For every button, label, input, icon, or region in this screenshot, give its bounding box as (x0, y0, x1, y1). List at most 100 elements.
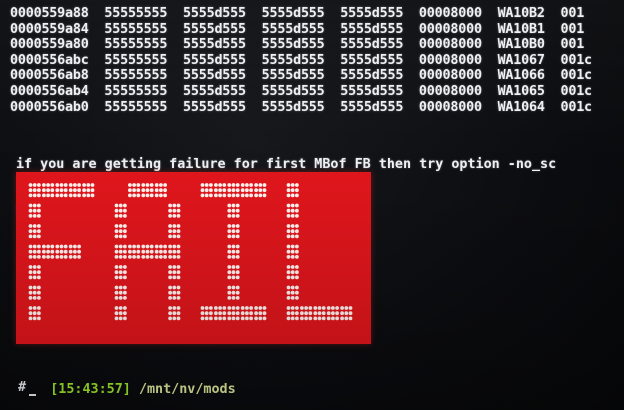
dump-gap (545, 6, 561, 21)
dump-gap (89, 37, 105, 52)
dump-gap (403, 37, 419, 52)
dump-cell: 0000556ab8 (10, 68, 89, 84)
dump-cell: 5555d555 (183, 52, 246, 68)
dump-gap (545, 22, 561, 37)
dump-gap (325, 100, 341, 115)
dump-gap (482, 84, 498, 99)
dump-cell: 55555555 (104, 21, 168, 37)
dump-cell: 5555d555 (340, 68, 404, 84)
dump-gap (545, 68, 561, 83)
dump-gap (403, 53, 419, 68)
dump-gap (167, 22, 183, 37)
dump-cell: 5555d555 (340, 21, 404, 37)
fail-letter-i (200, 183, 267, 321)
dump-cell: 001c (560, 99, 592, 115)
dump-cell: 5555d555 (340, 6, 404, 21)
dump-cell: 55555555 (104, 83, 168, 99)
dump-cell: 5555d555 (183, 6, 246, 21)
dump-gap (325, 6, 341, 21)
dump-gap (89, 84, 105, 99)
fail-letter-f (28, 183, 95, 321)
dump-cell: 5555d555 (183, 68, 246, 84)
dump-cell: 5555d555 (340, 99, 404, 115)
dump-cell: 5555d555 (261, 83, 325, 99)
dump-cell: 5555d555 (340, 52, 404, 68)
dump-cell: 5555d555 (261, 68, 325, 84)
dump-row: 0000556abc 55555555 5555d555 5555d555 55… (10, 53, 592, 69)
dump-gap (403, 6, 419, 21)
fail-banner (16, 172, 371, 344)
dump-gap (482, 6, 498, 21)
text-cursor (29, 393, 37, 396)
dump-gap (246, 84, 262, 99)
dump-gap (246, 100, 262, 115)
dump-cell: 00008000 (418, 99, 482, 115)
dump-gap (246, 53, 262, 68)
dump-gap (482, 100, 498, 115)
dump-cell: 55555555 (104, 6, 168, 21)
shell-symbol: # (18, 380, 27, 395)
dump-cell: WA10B1 (497, 21, 545, 37)
dump-gap (545, 37, 561, 52)
dump-cell: 001 (560, 21, 585, 37)
dump-gap (167, 37, 183, 52)
dump-gap (89, 22, 105, 37)
dump-gap (482, 22, 498, 37)
dump-cell: 00008000 (418, 37, 482, 53)
dump-cell: 00008000 (418, 83, 482, 99)
dump-gap (167, 6, 183, 21)
dump-gap (403, 84, 419, 99)
memory-dump: 0000559a88 55555555 5555d555 5555d555 55… (10, 6, 592, 115)
dump-gap (89, 100, 105, 115)
dump-cell: 55555555 (104, 52, 168, 68)
dump-gap (403, 68, 419, 83)
dump-cell: 5555d555 (261, 21, 325, 37)
dump-gap (482, 68, 498, 83)
dump-gap (325, 37, 341, 52)
dump-gap (325, 53, 341, 68)
dump-gap (246, 6, 262, 21)
dump-cell: 0000556abc (10, 52, 89, 68)
command-line[interactable]: # (18, 380, 37, 396)
dump-cell: 5555d555 (183, 83, 246, 99)
dump-cell: WA1066 (497, 68, 545, 84)
dump-gap (482, 37, 498, 52)
dump-cell: 5555d555 (261, 52, 325, 68)
dump-gap (545, 100, 561, 115)
dump-gap (246, 22, 262, 37)
dump-gap (246, 68, 262, 83)
dump-cell: 001 (560, 37, 585, 53)
dump-cell: WA10B0 (497, 37, 545, 53)
dump-gap (167, 53, 183, 68)
dump-gap (325, 84, 341, 99)
dump-gap (325, 68, 341, 83)
dump-cell: 5555d555 (261, 99, 325, 115)
dump-gap (89, 6, 105, 21)
terminal-screen: 0000559a88 55555555 5555d555 5555d555 55… (0, 0, 624, 410)
dump-cell: 00008000 (418, 52, 482, 68)
fail-banner-dots (28, 183, 353, 321)
dump-row: 0000556ab4 55555555 5555d555 5555d555 55… (10, 84, 592, 100)
dump-cell: 001c (560, 52, 592, 68)
dump-gap (246, 37, 262, 52)
dump-cell: 5555d555 (340, 83, 404, 99)
dump-row: 0000556ab8 55555555 5555d555 5555d555 55… (10, 68, 592, 84)
dump-cell: 00008000 (418, 6, 482, 21)
dump-gap (89, 68, 105, 83)
dump-gap (167, 100, 183, 115)
dump-cell: 5555d555 (183, 21, 246, 37)
dump-cell: 001c (560, 83, 592, 99)
failure-hint-text: if you are getting failure for first MBo… (16, 157, 557, 173)
dump-gap (167, 68, 183, 83)
dump-cell: 001 (560, 6, 585, 21)
dump-cell: WA1065 (497, 83, 545, 99)
prompt-time: [15:43:57] (50, 381, 131, 397)
dump-cell: 55555555 (104, 99, 168, 115)
dump-cell: 00008000 (418, 68, 482, 84)
dump-gap (482, 53, 498, 68)
dump-row: 0000556ab0 55555555 5555d555 5555d555 55… (10, 100, 592, 116)
fail-letter-a (114, 183, 181, 321)
dump-gap (403, 100, 419, 115)
dump-cell: 5555d555 (261, 37, 325, 53)
dump-cell: 0000559a84 (10, 21, 89, 37)
